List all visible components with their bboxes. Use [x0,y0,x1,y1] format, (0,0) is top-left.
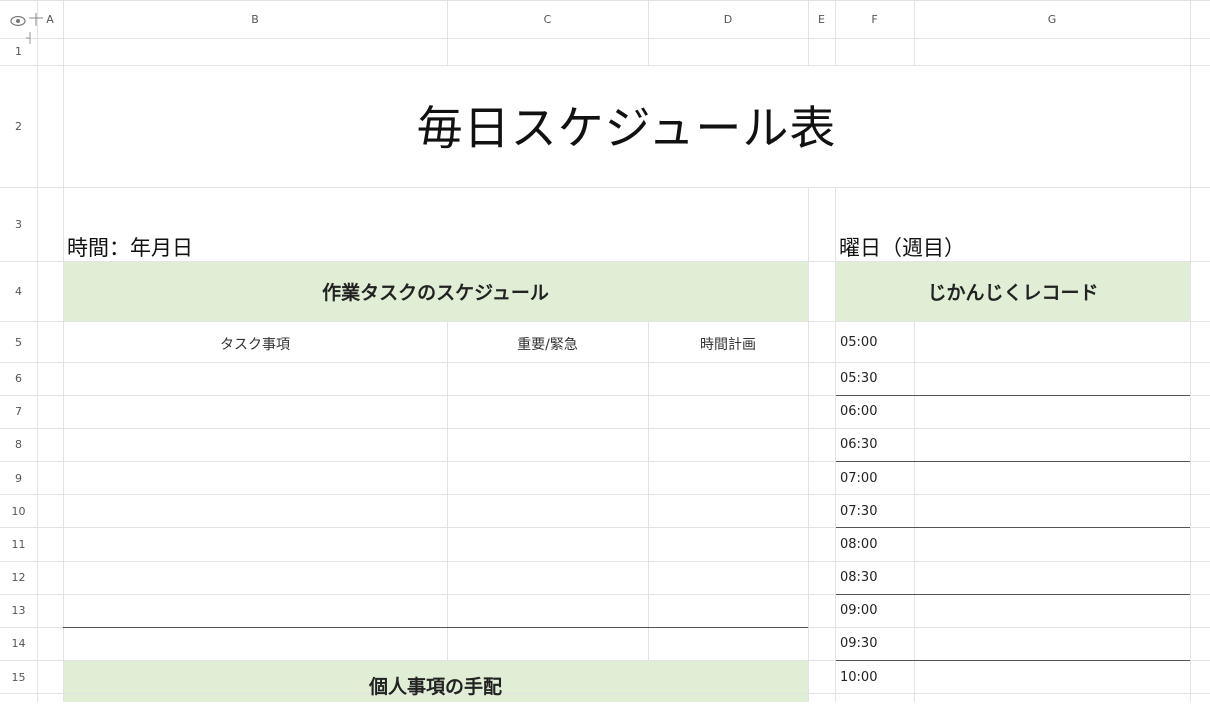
time-cell[interactable]: 06:30 [840,437,877,452]
column-header-b[interactable]: B [63,14,447,25]
row-header-15[interactable]: 15 [0,672,37,683]
task-header-priority[interactable]: 重要/緊急 [447,334,648,354]
row-header-11[interactable]: 11 [0,539,37,550]
date-label[interactable]: 時間：年月日 [67,232,193,262]
row-header-2[interactable]: 2 [0,121,37,132]
row-header-8[interactable]: 8 [0,439,37,450]
time-cell[interactable]: 09:30 [840,636,877,651]
time-cell[interactable]: 07:30 [840,504,877,519]
time-cell[interactable]: 05:00 [840,335,877,350]
time-cell[interactable]: 10:00 [840,670,877,685]
row-header-12[interactable]: 12 [0,572,37,583]
column-header-a[interactable]: A [40,14,60,25]
row-header-14[interactable]: 14 [0,638,37,649]
time-cell[interactable]: 08:00 [840,537,877,552]
personal-banner[interactable]: 個人事項の手配 [63,672,808,712]
column-header-g[interactable]: G [914,14,1190,25]
row-header-10[interactable]: 10 [0,506,37,517]
sheet-title[interactable]: 毎日スケジュール表 [63,98,1190,158]
row-header-3[interactable]: 3 [0,219,37,230]
column-header-e[interactable]: E [808,14,835,25]
task-banner[interactable]: 作業タスクのスケジュール [63,262,808,321]
time-cell[interactable]: 06:00 [840,404,877,419]
row-header-6[interactable]: 6 [0,373,37,384]
time-cell[interactable]: 07:00 [840,471,877,486]
spreadsheet-grid: A B C D E F G 1 2 3 4 5 6 7 8 9 10 11 12… [0,0,1210,702]
record-banner[interactable]: じかんじくレコード [836,262,1190,321]
row-header-9[interactable]: 9 [0,473,37,484]
column-header-d[interactable]: D [648,14,808,25]
time-cell[interactable]: 09:00 [840,603,877,618]
task-header-plan[interactable]: 時間計画 [648,334,808,354]
row-header-1[interactable]: 1 [0,46,37,57]
time-cell[interactable]: 08:30 [840,570,877,585]
row-header-4[interactable]: 4 [0,286,37,297]
row-header-5[interactable]: 5 [0,337,37,348]
column-header-c[interactable]: C [447,14,648,25]
weekday-label[interactable]: 曜日（週目） [839,232,965,262]
column-header-f[interactable]: F [835,14,914,25]
eye-icon[interactable] [10,12,26,27]
row-header-7[interactable]: 7 [0,406,37,417]
row-header-13[interactable]: 13 [0,605,37,616]
time-cell[interactable]: 05:30 [840,371,877,386]
task-header-item[interactable]: タスク事項 [63,334,447,354]
